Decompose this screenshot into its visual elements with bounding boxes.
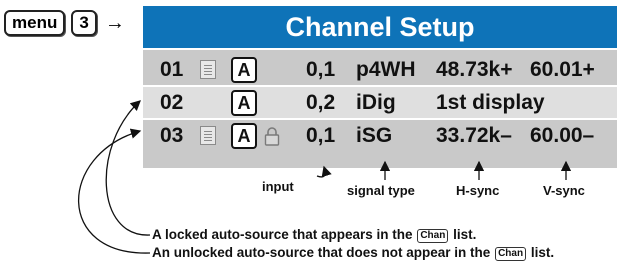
callout-lines [78, 100, 572, 254]
chan-key-icon: Chan [417, 229, 449, 243]
locked-note-text: A locked auto-source that appears in the [152, 227, 413, 242]
input-column-label: input [262, 179, 294, 194]
unlocked-note-suffix: list. [530, 245, 555, 260]
chan-key-icon: Chan [495, 247, 527, 261]
locked-note-suffix: list. [453, 227, 477, 242]
vsync-column-label: V-sync [543, 183, 585, 198]
unlocked-note-text: An unlocked auto-source that does not ap… [152, 245, 491, 260]
signal-type-column-label: signal type [347, 183, 415, 198]
hsync-column-label: H-sync [456, 183, 500, 198]
unlocked-note: An unlocked auto-source that does not ap… [152, 245, 554, 261]
locked-note: A locked auto-source that appears in the… [152, 227, 476, 243]
